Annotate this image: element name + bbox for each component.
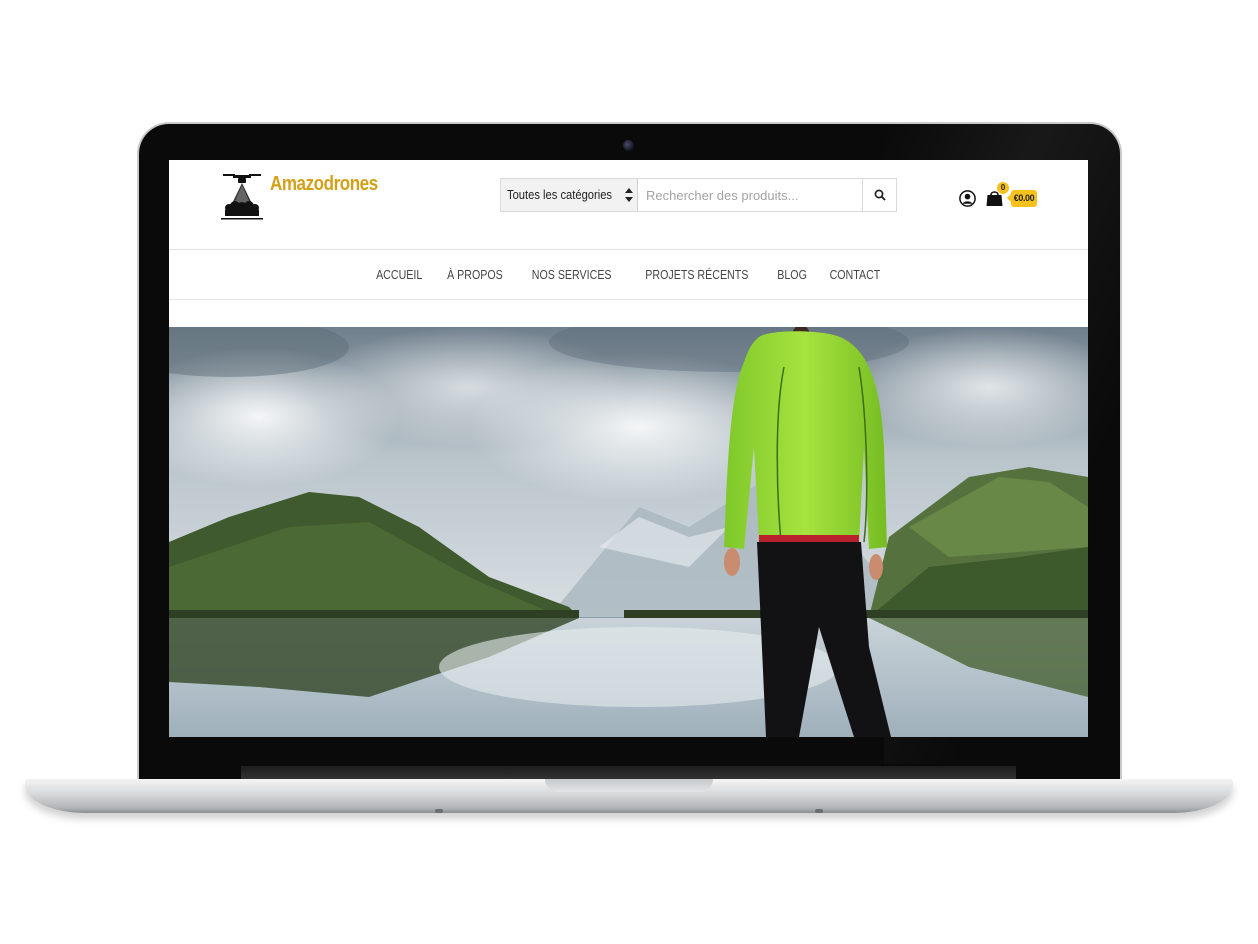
cart-total-badge[interactable]: €0.00 (1007, 190, 1037, 207)
webcam (623, 140, 634, 151)
site-header: Amazodrones Toutes les catégories Recher… (169, 160, 1088, 249)
laptop-notch (545, 779, 713, 792)
laptop-hinge (241, 766, 1016, 780)
search-icon (874, 189, 886, 201)
search-button[interactable] (862, 179, 896, 211)
hero-banner (169, 327, 1088, 737)
laptop-base (25, 779, 1233, 813)
laptop-foot (815, 809, 823, 813)
category-select[interactable]: Toutes les catégories (501, 179, 638, 211)
nav-item-a-propos[interactable]: À PROPOS (437, 267, 512, 282)
cart-count-badge[interactable]: 0 (997, 182, 1009, 194)
category-select-value: Toutes les catégories (507, 187, 613, 202)
laptop-foot (435, 809, 443, 813)
nav-item-projets-recents[interactable]: PROJETS RÉCENTS (636, 267, 759, 282)
user-circle-icon[interactable] (959, 190, 976, 207)
nav-item-accueil[interactable]: ACCUEIL (366, 267, 432, 282)
product-search-bar: Toutes les catégories (500, 178, 897, 212)
nav-item-contact[interactable]: CONTACT (820, 267, 890, 282)
search-input[interactable] (638, 179, 862, 211)
laptop-screen: Amazodrones Toutes les catégories Recher… (169, 160, 1088, 737)
hero-landscape-image (169, 327, 1088, 737)
select-arrows-icon (625, 188, 633, 202)
brand-name[interactable]: Amazodrones (270, 173, 378, 196)
drone-logo-icon[interactable] (219, 170, 265, 226)
nav-item-nos-services[interactable]: NOS SERVICES (522, 267, 621, 282)
nav-item-blog[interactable]: BLOG (768, 267, 817, 282)
main-navigation: ACCUEIL À PROPOS NOS SERVICES PROJETS RÉ… (169, 249, 1088, 300)
